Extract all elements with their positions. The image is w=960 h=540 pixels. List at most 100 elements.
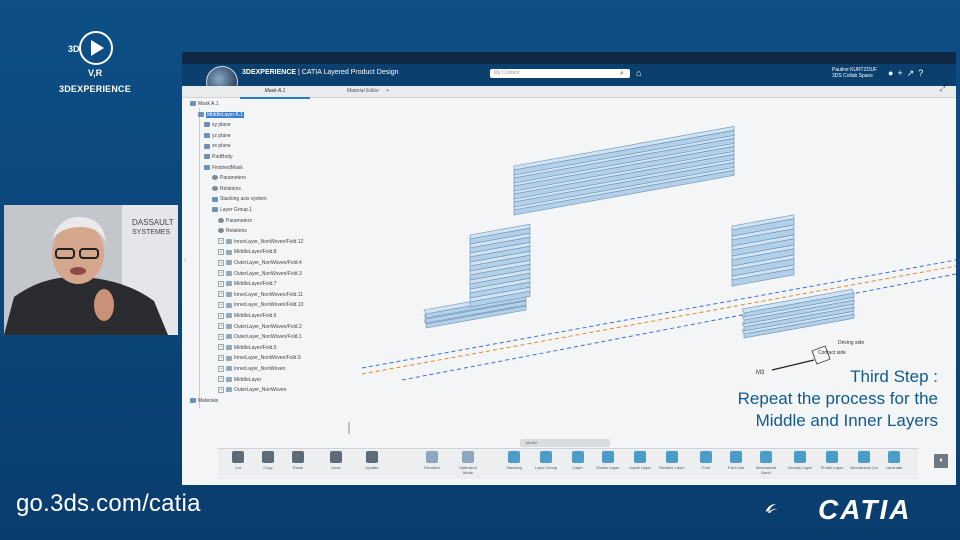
layered-mask-model[interactable] — [423, 126, 855, 339]
liquid-layer-button[interactable]: Liquid Layer — [626, 451, 654, 470]
ply-icon — [226, 366, 232, 372]
optimized-mode-button[interactable]: Optimized Mode — [454, 451, 482, 475]
tree-node[interactable]: xy plane — [204, 121, 231, 129]
density-layer-button[interactable]: Density Layer — [786, 451, 814, 470]
expand-toggle-icon[interactable]: + — [218, 249, 224, 256]
tree-node[interactable]: + MiddleLayer/Fold.6 — [218, 312, 277, 320]
tree-node[interactable]: Layer Group.1 — [212, 206, 252, 214]
tree-node[interactable]: Relations — [212, 185, 241, 193]
tree-node[interactable]: + OuterLayer_NonWoven/Fold.1 — [218, 333, 302, 341]
tree-node[interactable]: Parameters — [218, 217, 252, 225]
fold-line-button[interactable]: Fold Line — [722, 451, 750, 470]
tree-node[interactable]: MiddleLayer A.1 — [198, 111, 244, 119]
tree-node[interactable]: + InnerLayer_NonWoven/Fold.11 — [218, 291, 303, 299]
tree-node[interactable]: Stacking axis system — [212, 195, 267, 203]
mechanical-bond-icon — [760, 451, 772, 463]
tree-node-label: OuterLayer_NonWoven/Fold.4 — [234, 260, 302, 266]
expand-icon[interactable]: ⤢ — [940, 86, 946, 94]
tree-node[interactable]: + InnerLayer_NonWoven/Fold.10 — [218, 301, 303, 309]
ply-icon — [226, 334, 232, 340]
paste-button[interactable]: Paste — [284, 451, 312, 470]
tree-node[interactable]: + OuterLayer_NonWoven/Fold.2 — [218, 323, 302, 331]
expand-toggle-icon[interactable]: + — [218, 238, 224, 245]
share-icon[interactable]: ↗ — [907, 68, 919, 78]
editor-tab-bar: Mask A.1 Material Editor + — [182, 86, 956, 99]
tree-node[interactable]: + MiddleLayer/Fold.7 — [218, 280, 277, 288]
tree-node-label: MiddleLayer/Fold.7 — [234, 281, 277, 288]
add-icon[interactable]: + — [897, 68, 906, 78]
expand-toggle-icon[interactable]: + — [218, 333, 224, 340]
layer-button[interactable]: Layer — [564, 451, 592, 470]
tree-node[interactable]: Relations — [218, 227, 247, 235]
relative-layer-button[interactable]: Relative Layer — [658, 451, 686, 470]
tree-node[interactable]: Materials — [190, 397, 218, 405]
tree-node[interactable]: + InnerLayer_NonWoven — [218, 365, 285, 373]
tree-node[interactable]: Mask A.1 — [190, 100, 219, 108]
pause-icon[interactable]: ⏸ — [934, 454, 948, 468]
fold-button[interactable]: Fold — [692, 451, 720, 470]
expand-toggle-icon[interactable]: + — [218, 323, 224, 330]
toolbar-label: Update — [365, 465, 379, 470]
tree-node[interactable]: + OuterLayer_NonWoven/Fold.3 — [218, 270, 302, 278]
layer-group-button[interactable]: Layer Group — [532, 451, 560, 470]
plane-icon — [204, 143, 210, 149]
tree-scrollbar[interactable] — [348, 422, 350, 434]
tree-node-label: yz plane — [212, 132, 231, 139]
user-info[interactable]: Pauline KURTZOUF 3DS Collab Space — [832, 67, 877, 79]
expand-toggle-icon[interactable]: + — [218, 386, 224, 393]
tree-node[interactable]: + InnerLayer_NonWoven/Fold.9 — [218, 354, 301, 362]
expand-toggle-icon[interactable]: + — [218, 259, 224, 266]
tree-node[interactable]: + MiddleLayer/Fold.8 — [218, 248, 277, 256]
search-icon[interactable]: ⌕ — [620, 70, 627, 77]
stacking-button[interactable]: Stacking — [500, 451, 528, 470]
profile-layer-button[interactable]: Profile Layer — [818, 451, 846, 470]
expand-toggle-icon[interactable]: + — [218, 291, 224, 298]
logo-text-vr: V,R — [88, 68, 103, 78]
laminate-button[interactable]: Laminate — [880, 451, 908, 470]
tree-node[interactable]: Parameters — [212, 174, 246, 182]
mechanical-cut-button[interactable]: Mechanical Cut — [850, 451, 878, 470]
undo-button[interactable]: Undo — [322, 451, 350, 470]
tab-mask[interactable]: Mask A.1 — [240, 86, 310, 99]
paste-icon — [292, 451, 304, 463]
add-tab-button[interactable]: + — [386, 86, 389, 97]
collab-space-selector[interactable]: 3DS Collab Space — [832, 73, 877, 79]
tree-node[interactable]: + MiddleLayer — [218, 376, 261, 384]
expand-toggle-icon[interactable]: + — [218, 270, 224, 277]
tree-node[interactable]: yz plane — [204, 132, 231, 140]
tree-node[interactable]: + OuterLayer_NonWoven/Fold.4 — [218, 259, 302, 267]
expand-toggle-icon[interactable]: + — [218, 312, 224, 319]
tree-node-label: Parameters — [226, 217, 252, 224]
search-input[interactable]: My Content — [490, 69, 630, 78]
expand-toggle-icon[interactable]: + — [218, 302, 224, 309]
tree-node[interactable]: FinishedMask — [204, 164, 243, 172]
mechanical-bond-button[interactable]: Mechanical Bond — [752, 451, 780, 475]
action-bar-pager[interactable]: Model — [520, 439, 610, 447]
expand-toggle-icon[interactable]: + — [218, 365, 224, 372]
tree-node-label: OuterLayer_NonWoven/Fold.3 — [234, 270, 302, 277]
help-icon[interactable]: ? — [918, 68, 927, 78]
tree-node[interactable]: + InnerLayer_NonWoven/Fold.12 — [218, 238, 303, 246]
tree-node-label: Mask A.1 — [198, 101, 219, 107]
tree-node-label: OuterLayer_NonWoven/Fold.1 — [234, 334, 302, 341]
tree-node[interactable]: PartBody — [204, 153, 233, 161]
elastic-layer-button[interactable]: Elastic Layer — [594, 451, 622, 470]
copy-button[interactable]: Copy — [254, 451, 282, 470]
expand-toggle-icon[interactable]: + — [218, 344, 224, 351]
ply-icon — [226, 376, 232, 382]
expand-toggle-icon[interactable]: + — [218, 355, 224, 362]
tree-node[interactable]: zx plane — [204, 142, 231, 150]
expand-toggle-icon[interactable]: + — [218, 280, 224, 287]
tree-node[interactable]: + OuterLayer_NonWoven — [218, 386, 286, 394]
expand-toggle-icon[interactable]: + — [218, 376, 224, 383]
panel-collapse-handle[interactable]: ‹ — [184, 258, 186, 264]
ply-icon — [226, 387, 232, 393]
scissors-button[interactable]: Cut — [224, 451, 252, 470]
tree-node[interactable]: + MiddleLayer/Fold.5 — [218, 344, 277, 352]
tag-icon[interactable]: ⌂ — [636, 68, 641, 78]
update-button[interactable]: Update — [358, 451, 386, 470]
catia-app-window: 3DEXPERIENCE | CATIA Layered Product Des… — [182, 52, 956, 485]
website-url[interactable]: go.3ds.com/catia — [16, 490, 201, 518]
webcam-logo-line1: DASSAULT — [132, 218, 174, 227]
elevated-button[interactable]: Elevated — [418, 451, 446, 470]
